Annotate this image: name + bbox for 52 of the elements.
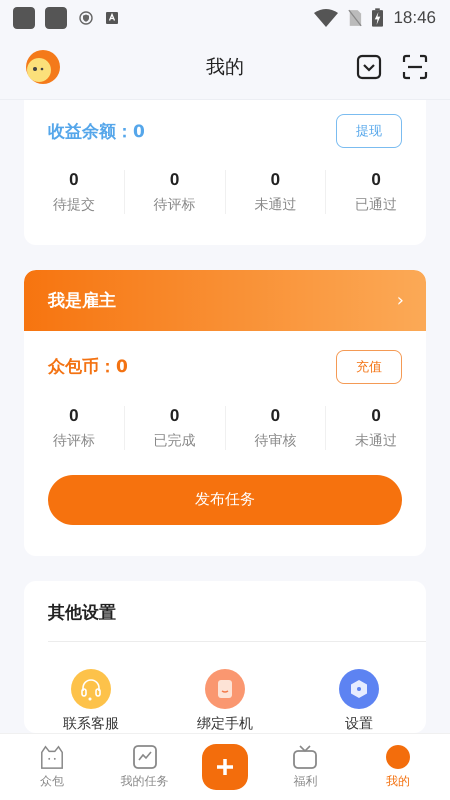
chart-icon xyxy=(132,744,158,770)
withdraw-button[interactable]: 提现 xyxy=(336,114,402,148)
notification-icon xyxy=(45,6,67,28)
stat-label: 已通过 xyxy=(355,196,398,214)
stat-value: 0 xyxy=(170,406,180,426)
settings-item-label[interactable]: 联系客服 xyxy=(63,715,119,733)
tab[interactable]: 我的任务 xyxy=(110,744,180,790)
stat-label: 待审核 xyxy=(254,432,296,450)
no-sim-icon xyxy=(348,8,362,26)
stat-value: 0 xyxy=(69,406,79,426)
stat-value: 0 xyxy=(270,406,280,426)
message-icon[interactable] xyxy=(356,54,382,80)
earnings-balance: 收益余额：0 xyxy=(48,120,145,142)
stat-label: 未通过 xyxy=(355,432,398,450)
coin-balance: 众包币：0 xyxy=(48,356,128,378)
headset-icon[interactable] xyxy=(71,669,111,709)
recharge-button[interactable]: 充值 xyxy=(336,350,402,384)
add-button[interactable] xyxy=(202,744,248,790)
stat-label: 待评标 xyxy=(154,196,196,214)
employer-title: 我是雇主 xyxy=(48,290,116,312)
settings-item-label[interactable]: 设置 xyxy=(345,715,373,733)
tab[interactable]: 众包 xyxy=(17,744,88,790)
publish-task-button[interactable]: 发布任务 xyxy=(48,474,402,525)
stat-label: 待评标 xyxy=(52,432,95,450)
wifi-icon xyxy=(314,8,338,26)
stat-label: 已完成 xyxy=(154,432,196,450)
stat-value: 0 xyxy=(371,170,381,190)
section-title: 其他设置 xyxy=(47,602,117,624)
stat-label: 待提交 xyxy=(52,196,95,214)
tab[interactable]: 福利 xyxy=(270,744,340,790)
scan-icon[interactable] xyxy=(402,54,428,80)
avatar-icon xyxy=(384,744,411,770)
cat-avatar-icon[interactable] xyxy=(26,50,60,84)
chevron-icon: › xyxy=(396,290,404,311)
stat-label: 未通过 xyxy=(254,196,296,214)
clock-time: 18:46 xyxy=(393,8,436,28)
employer-header[interactable]: 我是雇主 › xyxy=(24,270,426,331)
keyboard-icon xyxy=(105,10,119,24)
plus-icon xyxy=(214,757,235,777)
tab[interactable]: 我的 xyxy=(362,744,433,790)
stat-value: 0 xyxy=(371,406,381,426)
settings-item-label[interactable]: 绑定手机 xyxy=(197,715,253,733)
battery-charging-icon xyxy=(372,8,384,27)
stat-value: 0 xyxy=(69,170,79,190)
notification-icon xyxy=(13,6,35,28)
stat-value: 0 xyxy=(170,170,180,190)
page-title: 我的 xyxy=(206,55,244,80)
stat-value: 0 xyxy=(270,170,280,190)
settings-icon[interactable] xyxy=(339,669,379,709)
tv-icon xyxy=(291,744,320,770)
shield-icon xyxy=(79,10,93,24)
phone-icon[interactable] xyxy=(205,669,245,709)
